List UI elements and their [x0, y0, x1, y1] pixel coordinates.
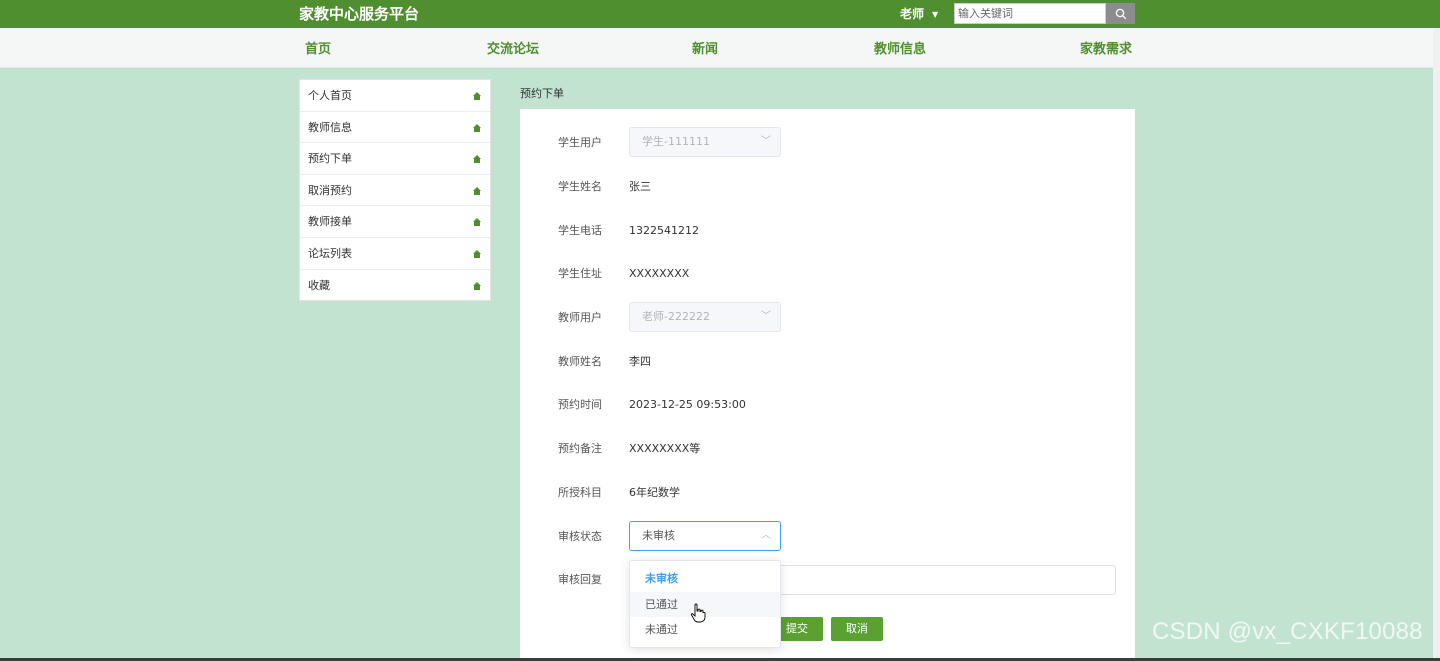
review-reply-label: 审核回复 [558, 573, 602, 586]
nav-news[interactable]: 新闻 [692, 42, 718, 58]
sidebar-item-label: 教师信息 [308, 120, 352, 134]
nav-tutoring-demand[interactable]: 家教需求 [1080, 42, 1132, 58]
sidebar-item-label: 教师接单 [308, 215, 352, 229]
hand-cursor-icon [690, 603, 706, 623]
home-icon [473, 281, 481, 290]
teacher-user-select: 老师-222222 ﹀ [629, 302, 781, 332]
search-button[interactable] [1106, 3, 1135, 24]
sidebar-item-label: 取消预约 [308, 183, 352, 197]
sidebar-item-profile[interactable]: 个人首页 [300, 80, 490, 112]
student-phone-value: 1322541212 [629, 224, 699, 237]
nav-forum[interactable]: 交流论坛 [487, 42, 539, 58]
scrollbar[interactable] [1433, 28, 1440, 661]
user-dropdown[interactable]: 老师 ▼ [900, 6, 938, 23]
sidebar-item-booking[interactable]: 预约下单 [300, 143, 490, 175]
sidebar-item-favorites[interactable]: 收藏 [300, 270, 490, 302]
watermark-text: CSDN @vx_CXKF10088 [1152, 618, 1423, 645]
home-icon [473, 92, 481, 100]
home-icon [473, 218, 481, 227]
student-name-label: 学生姓名 [558, 180, 602, 193]
review-status-label: 审核状态 [558, 530, 602, 543]
home-icon [473, 123, 481, 132]
booking-note-label: 预约备注 [558, 442, 602, 455]
sidebar-item-teacher-orders[interactable]: 教师接单 [300, 206, 490, 238]
chevron-down-icon: ﹀ [761, 136, 771, 147]
subject-label: 所授科目 [558, 486, 602, 499]
dropdown-option-pending[interactable]: 未审核 [630, 566, 780, 592]
student-phone-label: 学生电话 [558, 224, 602, 237]
nav-teacher-info[interactable]: 教师信息 [874, 42, 926, 58]
site-title: 家教中心服务平台 [299, 5, 420, 23]
sidebar-item-label: 收藏 [308, 278, 330, 292]
caret-down-icon: ▼ [932, 9, 939, 19]
sidebar-item-teacher-info[interactable]: 教师信息 [300, 112, 490, 144]
student-user-value: 学生-111111 [642, 135, 710, 148]
page-title: 预约下单 [520, 87, 564, 100]
subject-value: 6年纪数学 [629, 486, 680, 499]
sidebar-item-label: 个人首页 [308, 89, 352, 102]
chevron-up-icon: ︿ [761, 530, 771, 541]
home-icon [473, 186, 481, 195]
sidebar-item-cancel-booking[interactable]: 取消预约 [300, 175, 490, 207]
student-name-value: 张三 [629, 180, 651, 193]
review-status-select[interactable]: 未审核 ︿ [629, 521, 781, 551]
student-user-select: 学生-111111 ﹀ [629, 127, 781, 157]
search-input[interactable] [954, 3, 1106, 24]
search-icon [1115, 8, 1126, 19]
teacher-name-value: 李四 [629, 355, 651, 368]
review-status-value: 未审核 [642, 529, 675, 542]
sidebar-item-label: 论坛列表 [308, 246, 352, 260]
student-address-label: 学生住址 [558, 267, 602, 280]
chevron-down-icon: ﹀ [761, 311, 771, 322]
student-user-label: 学生用户 [558, 136, 602, 149]
teacher-user-label: 教师用户 [558, 311, 602, 324]
booking-time-label: 预约时间 [558, 398, 602, 411]
cancel-button[interactable]: 取消 [831, 617, 883, 641]
teacher-user-value: 老师-222222 [642, 310, 710, 323]
top-header: 家教中心服务平台 老师 ▼ [0, 0, 1440, 28]
sidebar: 个人首页 教师信息 预约下单 取消预约 教师接单 论坛列表 收藏 [299, 79, 491, 301]
sidebar-item-forum-list[interactable]: 论坛列表 [300, 238, 490, 270]
main-nav: 首页 交流论坛 新闻 教师信息 家教需求 [0, 28, 1440, 68]
home-icon [473, 249, 481, 258]
home-icon [473, 155, 481, 164]
nav-home[interactable]: 首页 [305, 42, 331, 58]
booking-note-value: XXXXXXXX等 [629, 442, 701, 455]
user-label: 老师 [900, 7, 925, 21]
teacher-name-label: 教师姓名 [558, 355, 602, 368]
sidebar-item-label: 预约下单 [308, 152, 352, 166]
booking-time-value: 2023-12-25 09:53:00 [629, 398, 746, 411]
student-address-value: XXXXXXXX [629, 267, 690, 280]
